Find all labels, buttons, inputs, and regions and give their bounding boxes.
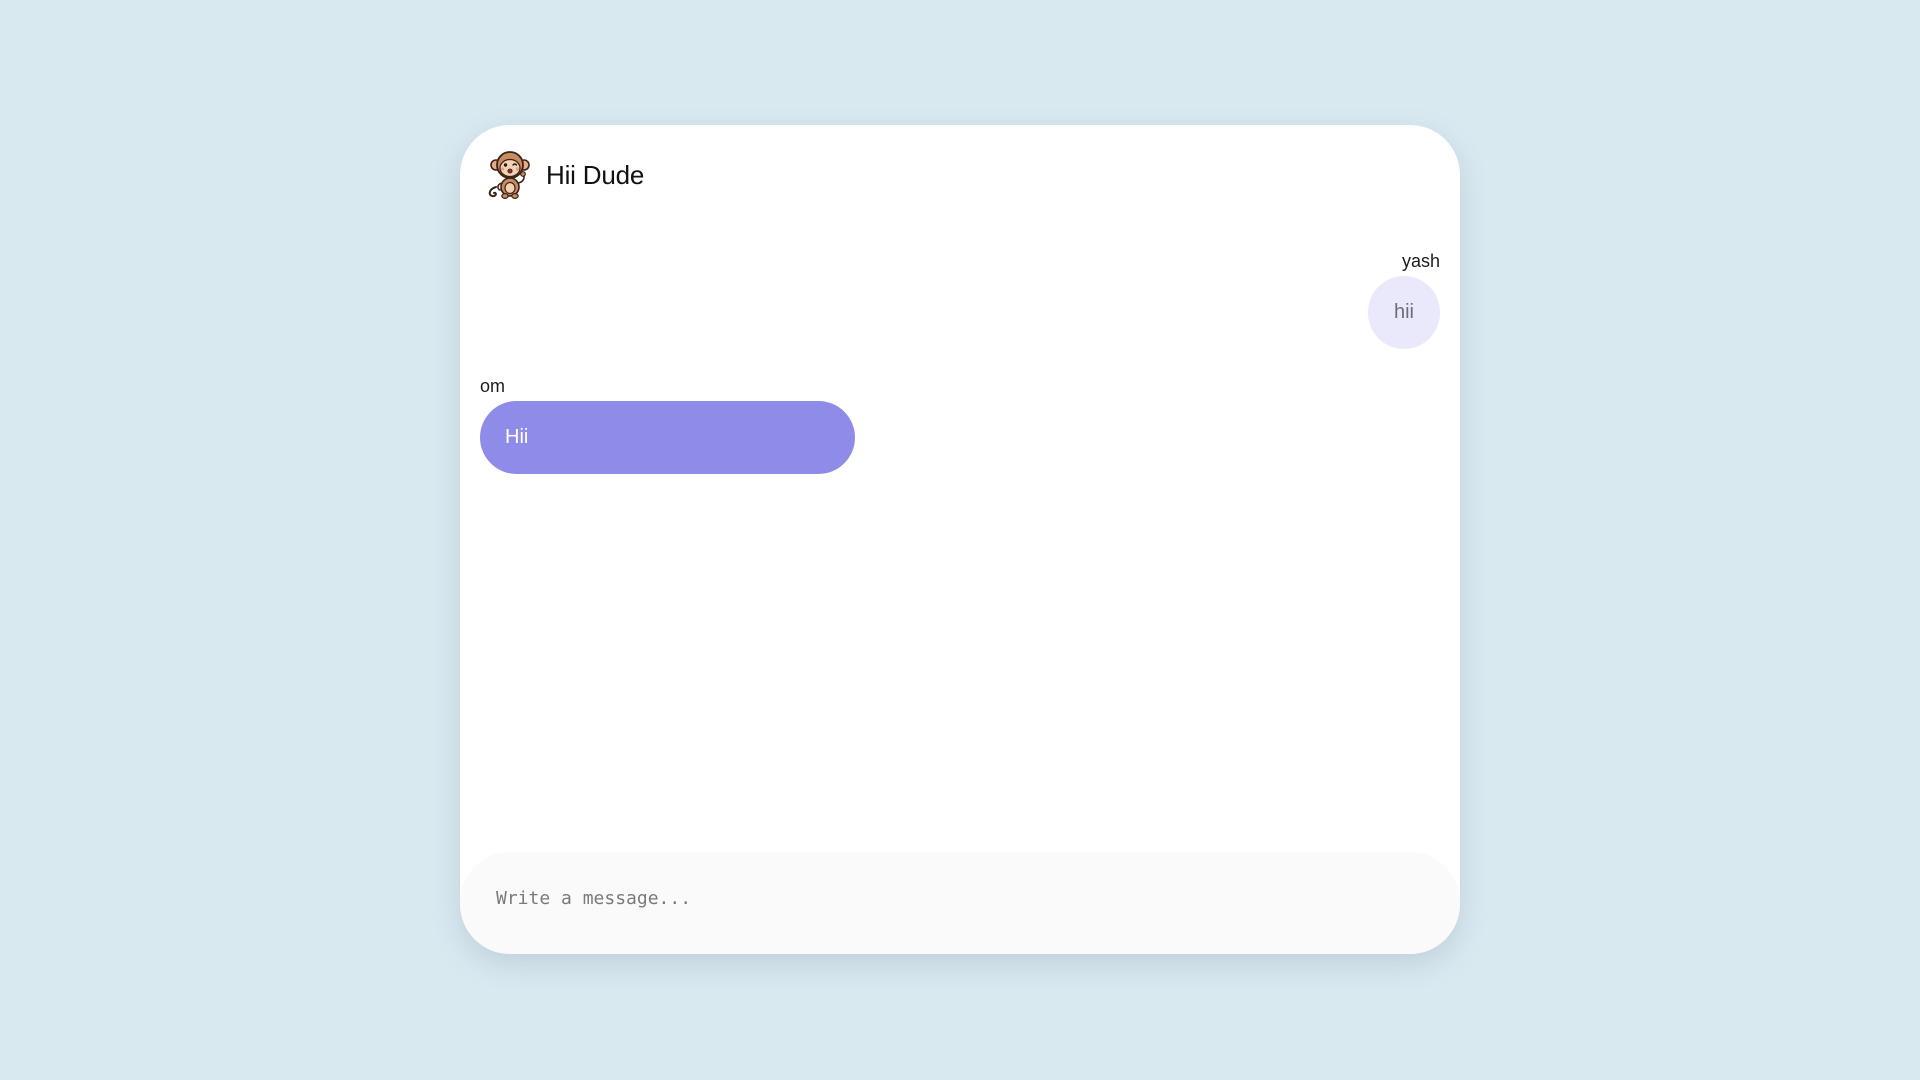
message-incoming: om Hii <box>480 375 1440 474</box>
message-input[interactable] <box>496 888 1396 928</box>
monkey-icon <box>488 151 530 199</box>
message-composer <box>460 852 1460 954</box>
message-bubble: Hii <box>480 401 855 474</box>
resize-handle-icon[interactable] <box>1446 936 1458 948</box>
message-sender: om <box>480 376 506 396</box>
message-bubble: hii <box>1368 276 1440 349</box>
chat-title: Hii Dude <box>546 159 645 190</box>
message-outgoing: yash hii <box>480 250 1440 349</box>
message-sender: yash <box>1401 251 1440 271</box>
message-list: yash hii om Hii <box>480 250 1440 474</box>
chat-window: Hii Dude yash hii om Hii <box>460 125 1460 954</box>
chat-header: Hii Dude <box>484 149 644 201</box>
